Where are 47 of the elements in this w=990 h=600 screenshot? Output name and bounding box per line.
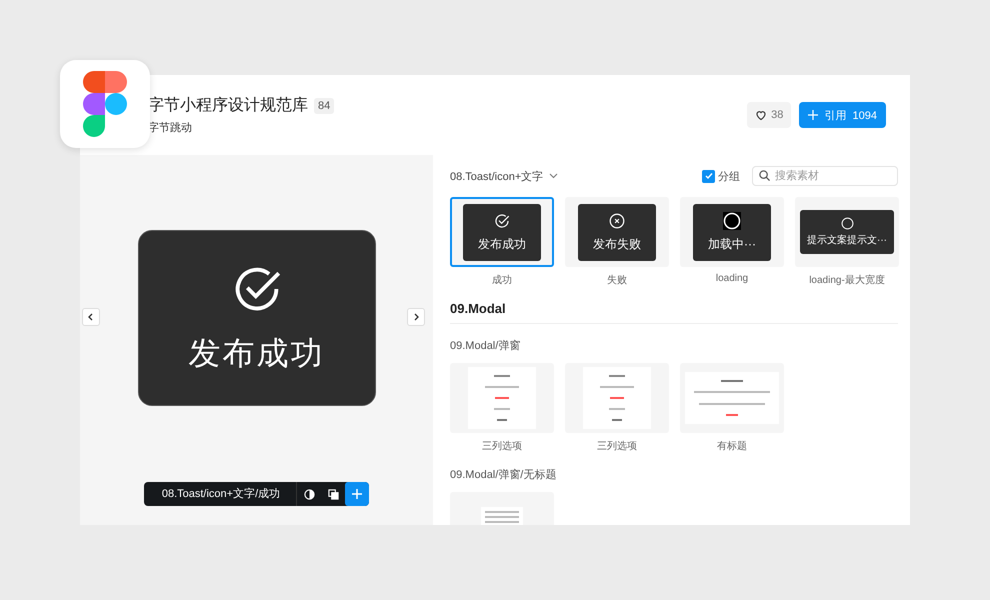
group-label: 分组: [718, 170, 740, 184]
thumbnail-caption: 有标题: [717, 440, 747, 453]
loading-circle-icon: [723, 212, 741, 230]
chevron-down-icon: [549, 173, 558, 179]
next-button[interactable]: [407, 308, 425, 326]
modal-thumbnail[interactable]: [680, 363, 784, 433]
group-title: 09.Modal/弹窗/无标题: [450, 468, 558, 482]
group-checkbox[interactable]: [702, 170, 715, 182]
circle-icon: [840, 217, 854, 230]
group-title: 09.Modal/弹窗: [450, 338, 522, 353]
section-title: 09.Modal: [450, 301, 898, 324]
x-circle-icon: [608, 212, 626, 230]
toast-message: 加载中···: [708, 236, 756, 252]
search-icon: [759, 170, 770, 181]
previous-button[interactable]: [82, 308, 100, 326]
modal-preview-drawing: [468, 367, 536, 429]
toast-message: 发布成功: [188, 334, 324, 373]
toast-thumbnail[interactable]: 发布失败: [565, 197, 669, 267]
toast-message: 发布失败: [593, 236, 641, 252]
toast-thumbnail[interactable]: 发布成功: [450, 197, 554, 267]
plus-icon: [808, 110, 818, 120]
chevron-left-icon: [87, 313, 95, 321]
toast-thumbnail[interactable]: 加载中···: [680, 197, 784, 267]
component-path: 08.Toast/icon+文字/成功: [144, 482, 298, 506]
category-dropdown[interactable]: 08.Toast/icon+文字: [450, 168, 702, 184]
toast-message: 提示文案提示文···: [807, 234, 887, 247]
like-button[interactable]: 38: [747, 102, 792, 128]
count-badge: 84: [314, 98, 334, 114]
checkmark-icon: [704, 172, 712, 180]
thumbnail-caption: 成功: [492, 274, 512, 287]
toast-message: 发布成功: [478, 236, 526, 252]
plus-icon: [352, 489, 362, 499]
thumbnail-caption: 三列选项: [482, 440, 522, 453]
toast-thumbnail[interactable]: 提示文案提示文···: [795, 197, 899, 267]
modal-thumbnail[interactable]: [565, 363, 669, 433]
check-circle-icon: [493, 212, 511, 230]
thumbnail-caption: loading: [716, 273, 748, 284]
contrast-icon: [304, 488, 315, 500]
search-field[interactable]: 搜索素材: [752, 166, 898, 186]
copy-icon: [328, 488, 339, 500]
chevron-right-icon: [412, 313, 420, 321]
thumbnail-caption: loading-最大宽度: [809, 274, 885, 287]
modal-preview-drawing: [583, 367, 651, 429]
modal-thumbnail[interactable]: [450, 363, 554, 433]
thumbnail-caption: 失败: [607, 274, 627, 287]
heart-icon: [755, 109, 768, 121]
thumbnail-caption: 三列选项: [597, 440, 637, 453]
